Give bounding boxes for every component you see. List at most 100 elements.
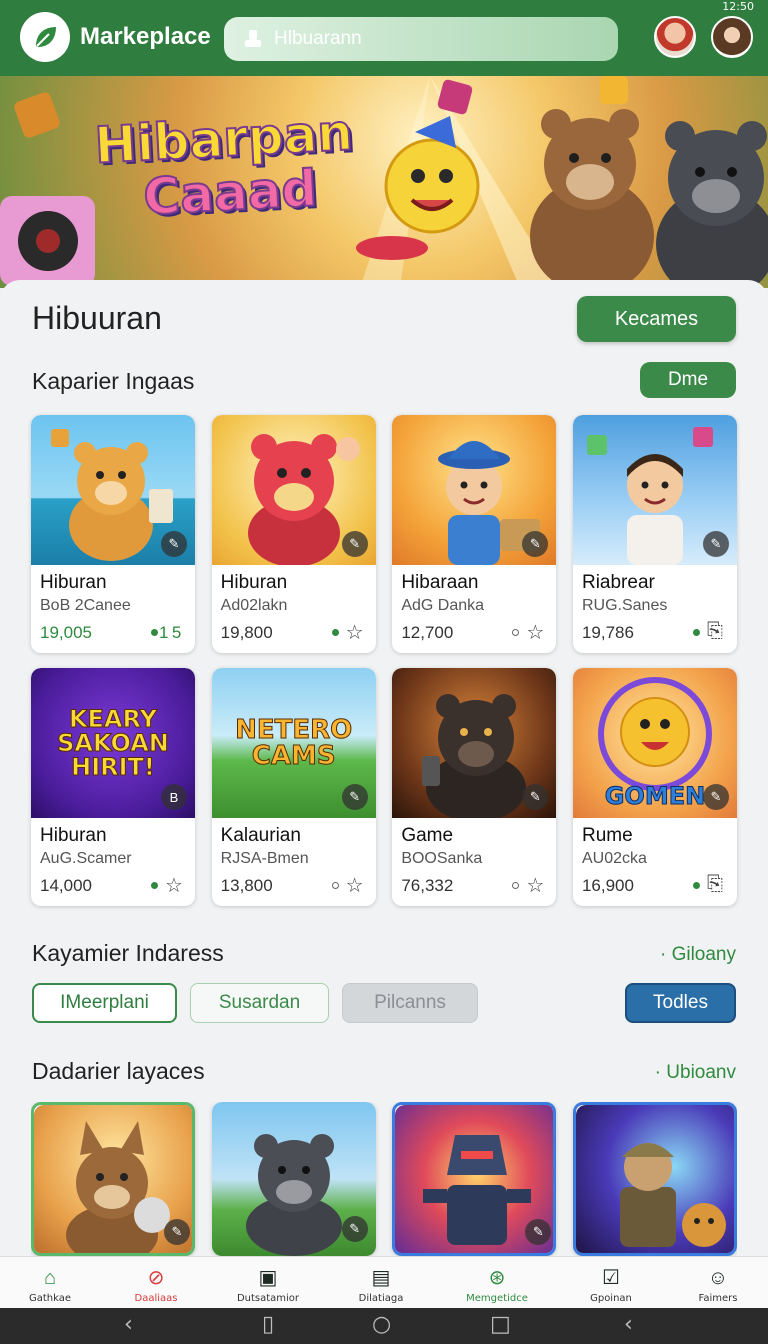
card-action-icon[interactable]: B	[161, 784, 187, 810]
favorite-star-icon[interactable]: ☆	[165, 873, 183, 898]
product-card[interactable]: GOMEN ✎ Rume AU02cka 16,900 ⎘	[572, 668, 737, 906]
hero-banner[interactable]: Hibarpan Caaad	[0, 76, 768, 288]
product-card[interactable]: ✎ Hiburan Ad02lakn 19,800 ☆	[211, 415, 376, 653]
card-action-icon[interactable]: ✎	[341, 1216, 368, 1242]
share-icon[interactable]: ⎘	[707, 873, 723, 896]
nav-item-marketplace[interactable]: ⊛ Memgetidce	[449, 1257, 545, 1309]
status-dot	[692, 629, 700, 636]
product-card[interactable]: ✎	[392, 1102, 557, 1256]
favorite-star-icon[interactable]: ☆	[526, 873, 544, 898]
card-subtitle: RJSA-Bmen	[220, 850, 309, 867]
nav-item-profile[interactable]: ☺ Faimers	[670, 1257, 766, 1309]
filter-chip[interactable]: IMeerplani	[32, 983, 177, 1023]
app-title: Markeplace	[80, 23, 211, 50]
overview-icon[interactable]: □	[490, 1312, 511, 1337]
home-circle-icon[interactable]: ○	[372, 1312, 391, 1337]
product-card[interactable]: ✎	[211, 1102, 376, 1256]
user-avatar[interactable]	[711, 16, 753, 58]
card-action-icon[interactable]: ✎	[702, 784, 729, 810]
primary-action-button[interactable]: Kecames	[577, 296, 736, 342]
see-more-button[interactable]: Dme	[640, 362, 736, 398]
card-count: 12,700	[401, 623, 454, 642]
card-subtitle: AdG Danka	[401, 597, 485, 614]
top-app-bar: 12:50 Markeplace	[0, 0, 768, 76]
card-thumbnail: KEARY SAKOAN HIRIT! B	[31, 668, 195, 818]
status-dot	[512, 629, 520, 636]
card-title: Riabrear	[581, 572, 655, 593]
card-action-icon[interactable]: ✎	[164, 1219, 190, 1245]
nav-item-orders[interactable]: ☑ Gpoinan	[563, 1257, 659, 1309]
card-action-icon[interactable]: ✎	[341, 784, 368, 810]
card-action-icon[interactable]: ✎	[702, 531, 729, 557]
app-logo[interactable]	[20, 12, 70, 62]
see-all-link[interactable]: · Giloany	[660, 944, 736, 966]
product-card[interactable]: ✎ Riabrear RUG.Sanes 19,786 ⎘	[572, 415, 737, 653]
product-card[interactable]: ✎	[31, 1102, 195, 1256]
card-action-icon[interactable]: ✎	[161, 531, 187, 557]
search-bar[interactable]	[224, 17, 618, 61]
card-thumbnail: GOMEN ✎	[572, 668, 737, 818]
product-card[interactable]: NETERO CAMS ✎ Kalaurian RJSA-Bmen 13,800…	[211, 668, 376, 906]
back-icon[interactable]: ‹	[124, 1312, 133, 1337]
nav-item-discover[interactable]: ▣ Dutsatamior	[220, 1257, 316, 1309]
nav-item-deals[interactable]: ⊘ Daaliaas	[108, 1257, 204, 1309]
card-subtitle: RUG.Sanes	[581, 597, 668, 614]
filter-chip-active[interactable]: Todles	[625, 983, 736, 1023]
orders-icon: ☑	[602, 1267, 620, 1289]
leaf-icon	[36, 27, 56, 47]
card-count: 14,000	[40, 876, 92, 895]
card-thumbnail: ✎	[31, 415, 195, 565]
status-dot	[331, 882, 339, 889]
status-dot	[692, 882, 700, 889]
home-icon: ⌂	[43, 1267, 57, 1289]
filter-chip[interactable]: Susardan	[190, 983, 329, 1023]
status-dot	[512, 882, 520, 889]
search-input[interactable]	[274, 28, 574, 50]
status-dot	[151, 882, 158, 889]
filter-chip[interactable]: Pilcanns	[342, 983, 478, 1023]
search-icon	[245, 30, 261, 47]
nav-item-home[interactable]: ⌂ Gathkae	[2, 1257, 98, 1309]
card-thumbnail: ✎	[572, 415, 737, 565]
card-title: Hiburan	[220, 572, 288, 593]
card-grid-row-1: ✎ Hiburan BoB 2Canee 19,005 1 5 ✎ Hibura…	[31, 415, 737, 653]
see-all-link[interactable]: · Ubioanv	[655, 1062, 736, 1084]
share-icon[interactable]: ⎘	[707, 620, 723, 643]
marketplace-icon: ⊛	[488, 1267, 506, 1289]
product-card[interactable]: ✎ Hiburan BoB 2Canee 19,005 1 5	[31, 415, 195, 653]
card-action-icon[interactable]: ✎	[341, 531, 368, 557]
card-subtitle: Ad02lakn	[220, 597, 288, 614]
product-card[interactable]: KEARY SAKOAN HIRIT! B Hiburan AuG.Scamer…	[31, 668, 195, 906]
card-thumbnail: ✎	[392, 415, 557, 565]
status-clock: 12:50	[722, 0, 754, 13]
card-grid-row-3: ✎ ✎ ✎	[31, 1102, 737, 1256]
card-thumbnail: ✎	[395, 1105, 554, 1253]
card-thumbnail: NETERO CAMS ✎	[211, 668, 376, 818]
product-card[interactable]: ✎ Hibaraan AdG Danka 12,700 ☆	[392, 415, 557, 653]
deals-icon: ⊘	[147, 1267, 165, 1289]
hero-title-line2: Caaad	[141, 158, 320, 227]
favorite-star-icon[interactable]: ☆	[526, 620, 544, 645]
product-card[interactable]	[572, 1102, 737, 1256]
warrior-illustration	[619, 1143, 726, 1247]
bottom-navigation: ⌂ Gathkae ⊘ Daaliaas ▣ Dutsatamior ▤ Dil…	[0, 1256, 768, 1308]
notifications-avatar[interactable]	[654, 16, 696, 58]
hero-title: Hibarpan Caaad	[92, 102, 357, 227]
card-thumbnail	[575, 1105, 734, 1253]
section-title-categories: Kayamier Indaress	[32, 940, 224, 966]
recents-icon[interactable]: ▯	[262, 1312, 274, 1337]
card-count: 13,800	[220, 876, 273, 895]
card-count: 76,332	[401, 876, 454, 895]
favorite-star-icon[interactable]: ☆	[346, 620, 364, 645]
nav-item-library[interactable]: ▤ Dilatiaga	[333, 1257, 429, 1309]
card-title: Hiburan	[40, 825, 107, 846]
system-navigation-bar: ‹ ▯ ○ □ ‹	[0, 1308, 768, 1344]
card-title: Rume	[581, 825, 633, 846]
product-card[interactable]: ✎ Game BOOSanka 76,332 ☆	[392, 668, 557, 906]
profile-icon: ☺	[707, 1267, 729, 1289]
back-arrow-icon[interactable]: ‹	[624, 1312, 633, 1337]
page-title: Hibuuran	[32, 300, 162, 336]
favorite-star-icon[interactable]: ☆	[346, 873, 364, 898]
status-dot	[331, 629, 339, 636]
status-dot	[151, 629, 158, 636]
